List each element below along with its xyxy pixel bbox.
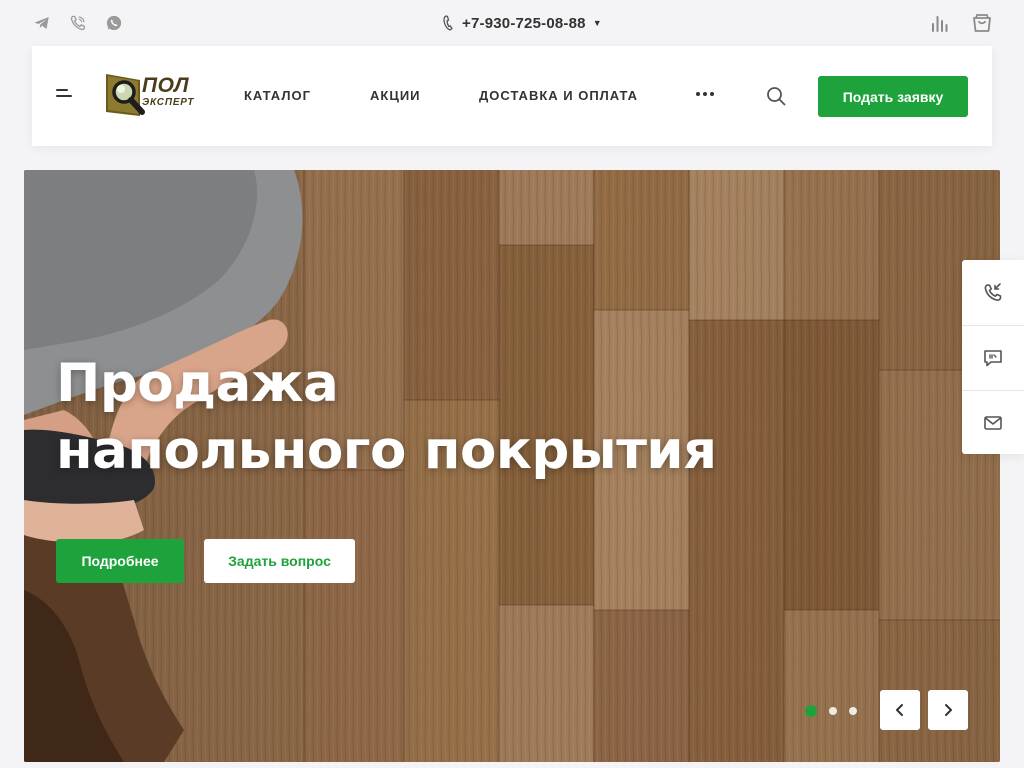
hero-title: Продажа напольного покрытия bbox=[56, 350, 717, 484]
nav-catalog[interactable]: КАТАЛОГ bbox=[244, 88, 311, 103]
slider-dot-3[interactable] bbox=[849, 707, 857, 715]
chevron-right-icon bbox=[945, 704, 952, 716]
viber-icon[interactable] bbox=[69, 14, 87, 32]
search-icon[interactable] bbox=[766, 86, 788, 108]
logo-title: ПОЛ bbox=[142, 74, 190, 97]
slider-prev-button[interactable] bbox=[880, 690, 920, 730]
top-bar: +7-930-725-08-88 ▼ bbox=[0, 0, 1024, 46]
more-details-button[interactable]: Подробнее bbox=[56, 539, 184, 583]
side-contact-widget bbox=[962, 260, 1024, 454]
whatsapp-icon[interactable] bbox=[105, 14, 123, 32]
ask-question-button[interactable]: Задать вопрос bbox=[204, 539, 355, 583]
more-icon[interactable] bbox=[696, 92, 714, 96]
header: ПОЛ ЭКСПЕРТ КАТАЛОГ АКЦИИ ДОСТАВКА И ОПЛ… bbox=[32, 46, 992, 146]
compare-icon[interactable] bbox=[929, 12, 951, 34]
nav-delivery-payment[interactable]: ДОСТАВКА И ОПЛАТА bbox=[479, 88, 638, 103]
slider-dot-2[interactable] bbox=[829, 707, 837, 715]
phone-number[interactable]: +7-930-725-08-88 bbox=[462, 15, 586, 32]
chevron-down-icon: ▼ bbox=[592, 18, 602, 28]
hero-slider: Продажа напольного покрытия Подробнее За… bbox=[24, 170, 1000, 762]
chevron-left-icon bbox=[896, 704, 903, 716]
logo-subtitle: ЭКСПЕРТ bbox=[142, 97, 195, 108]
mail-icon[interactable] bbox=[962, 390, 1024, 454]
hero-title-line-1: Продажа bbox=[56, 353, 339, 414]
phone-dropdown[interactable]: +7-930-725-08-88 ▼ bbox=[442, 14, 602, 32]
cart-icon[interactable] bbox=[971, 12, 993, 34]
telegram-icon[interactable] bbox=[33, 14, 51, 32]
slider-next-button[interactable] bbox=[928, 690, 968, 730]
slider-pagination bbox=[805, 705, 857, 717]
nav-promotions[interactable]: АКЦИИ bbox=[370, 88, 421, 103]
submit-request-button[interactable]: Подать заявку bbox=[818, 76, 968, 117]
menu-icon[interactable] bbox=[56, 89, 74, 103]
phone-icon bbox=[443, 15, 453, 31]
slider-dot-1[interactable] bbox=[805, 705, 817, 717]
hero-title-line-2: напольного покрытия bbox=[56, 420, 717, 481]
callback-icon[interactable] bbox=[962, 260, 1024, 324]
logo[interactable]: ПОЛ ЭКСПЕРТ bbox=[106, 72, 194, 118]
magnifier-logo-icon bbox=[106, 74, 145, 116]
chat-icon[interactable] bbox=[962, 325, 1024, 389]
